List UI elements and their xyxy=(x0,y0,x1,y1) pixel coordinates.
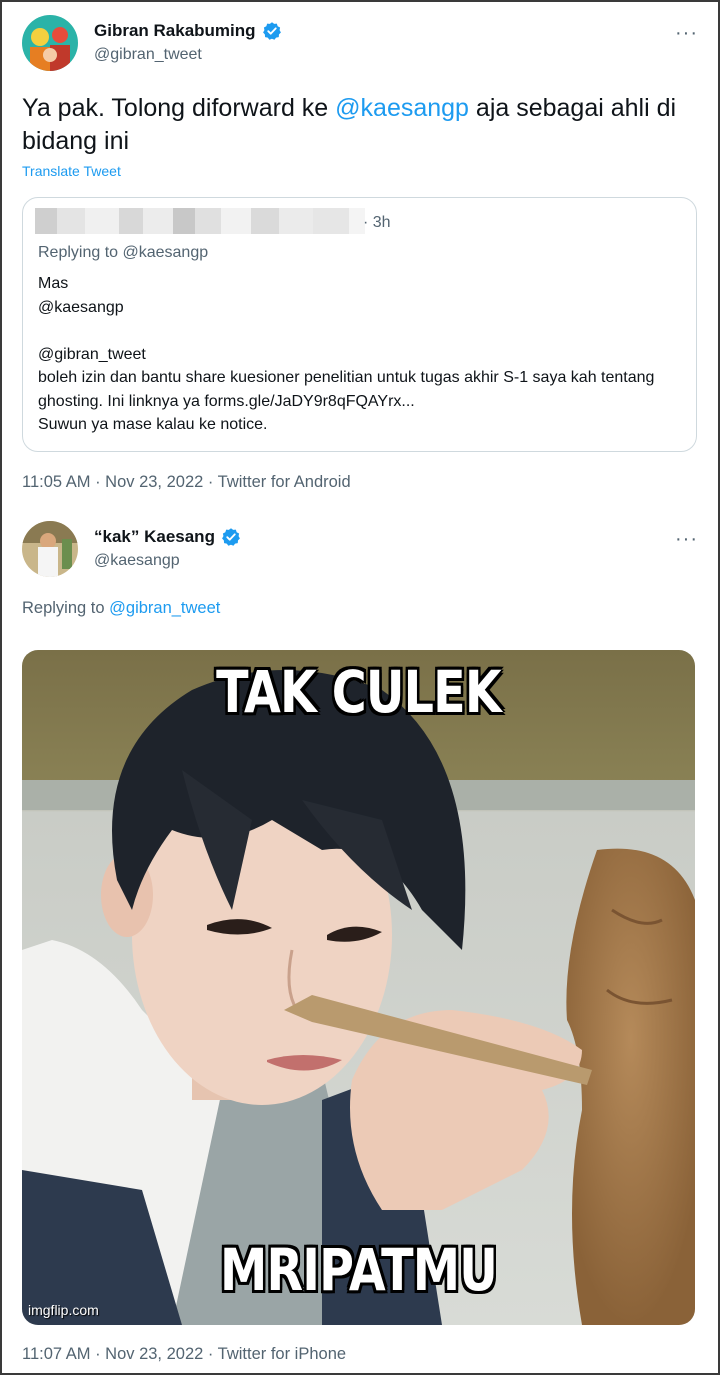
quote-timestamp[interactable]: · 3h xyxy=(363,214,391,232)
replying-mention-link[interactable]: @gibran_tweet xyxy=(109,599,220,617)
tweet-meta-2[interactable]: 11:07 AM · Nov 23, 2022 · Twitter for iP… xyxy=(22,1345,346,1364)
more-horizontal-icon[interactable]: ··· xyxy=(675,529,698,549)
verified-badge-icon xyxy=(262,22,281,40)
meme-image[interactable]: TAK CULEK MRIPATMU imgflip.com xyxy=(22,650,695,1325)
redacted-author-blur xyxy=(35,208,365,234)
quote-body: Mas @kaesangp @gibran_tweet boleh izin d… xyxy=(38,275,655,433)
replying-to: Replying to @gibran_tweet xyxy=(22,599,220,618)
author-name-row: Gibran Rakabuming xyxy=(94,21,282,41)
avatar-kaesang[interactable] xyxy=(22,521,78,577)
avatar-gibran[interactable] xyxy=(22,15,78,71)
more-horizontal-icon[interactable]: ··· xyxy=(675,23,698,43)
imgflip-watermark: imgflip.com xyxy=(28,1302,99,1318)
replying-prefix: Replying to xyxy=(22,599,110,617)
meme-bottom-caption: MRIPATMU xyxy=(219,1236,498,1304)
handle-2[interactable]: @kaesangp xyxy=(94,552,180,570)
tweet-meta[interactable]: 11:05 AM · Nov 23, 2022 · Twitter for An… xyxy=(22,473,351,492)
quoted-tweet[interactable]: · 3h Replying to @kaesangp Mas @kaesangp… xyxy=(22,197,697,452)
display-name[interactable]: Gibran Rakabuming xyxy=(94,21,256,41)
tweet-text: Ya pak. Tolong diforward ke @kaesangp aj… xyxy=(22,92,682,158)
quote-replying-to: Replying to @kaesangp xyxy=(38,244,209,261)
translate-tweet-link[interactable]: Translate Tweet xyxy=(22,163,121,179)
author-name-row-2: “kak” Kaesang xyxy=(94,527,241,547)
meme-top-caption: TAK CULEK xyxy=(216,658,502,726)
handle[interactable]: @gibran_tweet xyxy=(94,46,202,64)
mention-link[interactable]: @kaesangp xyxy=(335,94,469,122)
display-name-2[interactable]: “kak” Kaesang xyxy=(94,527,215,547)
tweet-text-before: Ya pak. Tolong diforward ke xyxy=(22,94,336,122)
verified-badge-icon xyxy=(222,528,240,546)
meme-photo xyxy=(22,650,695,1325)
